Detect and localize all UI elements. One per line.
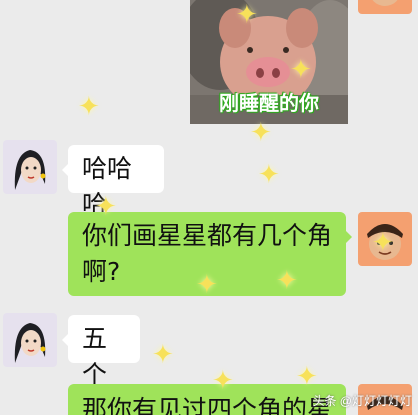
message-text: 那你有见过四个角的星: [82, 395, 333, 415]
avatar-self[interactable]: [358, 212, 412, 266]
pig-sticker-image[interactable]: 刚睡醒的你: [190, 0, 348, 124]
message-text-line-1: 你们画星星都有几个角: [82, 221, 333, 250]
message-bubble-received[interactable]: 哈哈哈: [62, 145, 164, 219]
watermark: 头条 @灯灯灯灯灯: [312, 394, 412, 408]
sparkle-icon: ✦: [78, 92, 100, 122]
avatar-friend-1[interactable]: [3, 140, 57, 194]
avatar-friend-2[interactable]: [3, 313, 57, 367]
message-bubble-sent[interactable]: 你们画星星都有几个角 啊?: [68, 212, 352, 296]
message-text: 哈哈哈: [82, 154, 133, 219]
sticker-caption: 刚睡醒的你: [219, 91, 319, 115]
message-text: 五个: [82, 324, 108, 389]
message-text-line-2: 啊?: [82, 257, 121, 286]
message-bubble-sent[interactable]: 那你有见过四个角的星: [68, 384, 346, 415]
message-bubble-received[interactable]: 五个: [62, 315, 140, 389]
sparkle-icon: ✦: [152, 340, 174, 370]
avatar-self-top[interactable]: [358, 0, 412, 14]
sparkle-icon: ✦: [258, 160, 280, 190]
